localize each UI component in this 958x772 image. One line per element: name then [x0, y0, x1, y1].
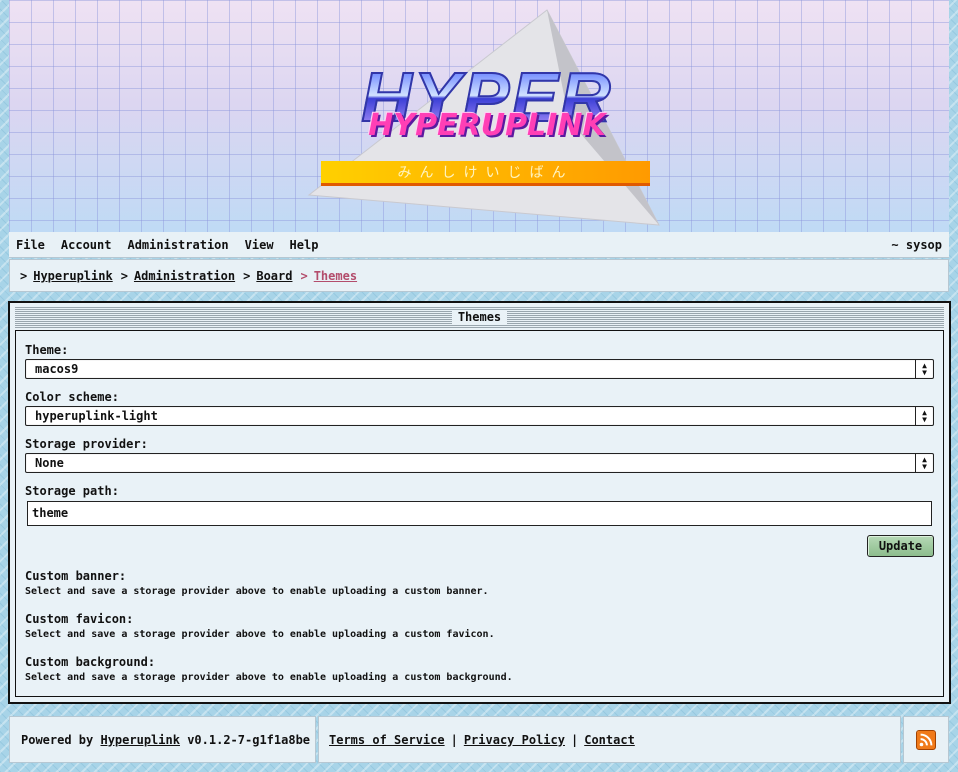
storage-provider-select-value: None	[35, 456, 64, 470]
contact-link[interactable]: Contact	[584, 733, 635, 747]
footer-powered-by: Powered by Hyperuplink v0.1.2-7-g1f1a8be	[9, 716, 316, 763]
color-scheme-select[interactable]: hyperuplink-light ▲ ▼	[25, 406, 934, 426]
custom-favicon-label: Custom favicon:	[25, 612, 134, 626]
panel-title-bar: Themes	[15, 306, 944, 328]
breadcrumb-hyperuplink[interactable]: Hyperuplink	[33, 269, 112, 283]
storage-path-label: Storage path:	[25, 484, 119, 498]
theme-select-value: macos9	[35, 362, 79, 376]
footer-divider: |	[570, 732, 579, 747]
menu-administration[interactable]: Administration	[127, 238, 228, 252]
breadcrumb-current-themes[interactable]: Themes	[314, 269, 357, 283]
color-scheme-select-value: hyperuplink-light	[35, 409, 158, 423]
breadcrumb-separator: >	[300, 268, 308, 283]
panel-title: Themes	[451, 310, 508, 324]
custom-banner-label: Custom banner:	[25, 569, 127, 583]
menu-bar: File Account Administration View Help ~ …	[9, 232, 949, 258]
custom-banner-help: Select and save a storage provider above…	[25, 586, 489, 597]
themes-panel: Themes Theme: macos9 ▲ ▼ Color scheme: hy…	[8, 301, 951, 704]
menu-file[interactable]: File	[16, 238, 45, 252]
breadcrumb-separator: >	[120, 268, 128, 283]
privacy-policy-link[interactable]: Privacy Policy	[464, 733, 565, 747]
banner-logo-kana: みんしけいじばん	[321, 161, 650, 186]
menu-view[interactable]: View	[245, 238, 274, 252]
button-row: Update	[25, 535, 934, 557]
user-menu[interactable]: ~ sysop	[891, 238, 942, 252]
select-arrows-icon: ▲ ▼	[915, 407, 933, 425]
breadcrumb-separator: >	[243, 268, 251, 283]
theme-label: Theme:	[25, 343, 69, 357]
breadcrumb-separator: >	[20, 268, 28, 283]
storage-provider-select[interactable]: None ▲ ▼	[25, 453, 934, 473]
hyperuplink-link[interactable]: Hyperuplink	[100, 733, 179, 747]
storage-path-input[interactable]: theme	[27, 501, 932, 526]
custom-background-label: Custom background:	[25, 655, 156, 669]
footer-divider: |	[450, 732, 458, 747]
breadcrumb-administration[interactable]: Administration	[134, 269, 235, 283]
banner-logo-subtitle: HYPERUPLINK	[368, 108, 606, 143]
custom-background-help: Select and save a storage provider above…	[25, 672, 513, 683]
menu-account[interactable]: Account	[61, 238, 112, 252]
select-arrows-icon: ▲ ▼	[915, 454, 933, 472]
themes-form: Theme: macos9 ▲ ▼ Color scheme: hyperupli…	[15, 330, 944, 697]
breadcrumb-board[interactable]: Board	[256, 269, 292, 283]
footer-links: Terms of Service | Privacy Policy | Cont…	[318, 716, 901, 763]
version-text: v0.1.2-7-g1f1a8be	[187, 732, 311, 747]
site-banner: HYPER HYPERUPLINK みんしけいじばん	[9, 0, 949, 232]
footer-rss	[903, 716, 949, 763]
powered-by-text: Powered by	[21, 732, 94, 747]
rss-icon[interactable]	[916, 729, 936, 750]
update-button[interactable]: Update	[867, 535, 934, 557]
menu-help[interactable]: Help	[290, 238, 319, 252]
color-scheme-label: Color scheme:	[25, 390, 119, 404]
select-arrows-icon: ▲ ▼	[915, 360, 933, 378]
theme-select[interactable]: macos9 ▲ ▼	[25, 359, 934, 379]
storage-provider-label: Storage provider:	[25, 437, 148, 451]
terms-of-service-link[interactable]: Terms of Service	[329, 733, 445, 747]
breadcrumb: > Hyperuplink > Administration > Board >…	[9, 259, 949, 292]
custom-favicon-help: Select and save a storage provider above…	[25, 629, 495, 640]
